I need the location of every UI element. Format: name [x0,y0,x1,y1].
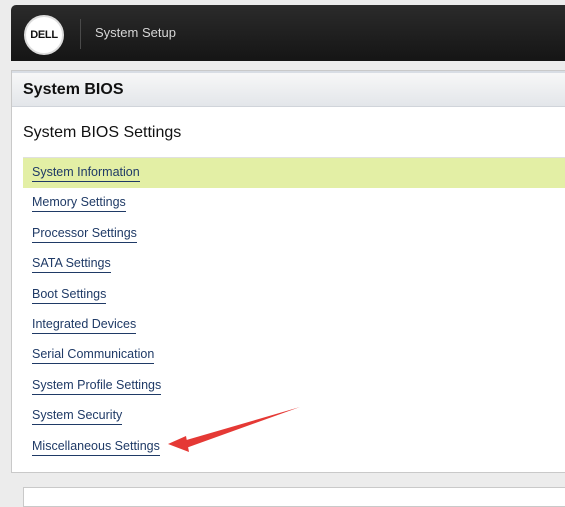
section-title: System BIOS Settings [23,124,182,141]
bottom-panel [23,487,565,507]
logo-divider [80,19,81,49]
menu-item-label[interactable]: System Information [32,165,140,182]
page-title: System BIOS [23,81,124,98]
dell-logo: DELL [24,15,64,55]
panel-header: System BIOS [12,71,565,107]
menu-item-label[interactable]: Serial Communication [32,347,155,365]
menu-item-label[interactable]: Processor Settings [32,226,137,243]
bios-settings-list: System Information Memory Settings Proce… [23,157,565,462]
menu-item-processor-settings[interactable]: Processor Settings [23,219,565,249]
menu-item-system-profile-settings[interactable]: System Profile Settings [23,371,565,401]
top-bar: DELL System Setup [11,5,565,61]
menu-item-serial-communication[interactable]: Serial Communication [23,340,565,370]
menu-item-system-information[interactable]: System Information [23,158,565,189]
menu-item-label[interactable]: Memory Settings [32,195,126,213]
menu-item-miscellaneous-settings[interactable]: Miscellaneous Settings [23,432,565,462]
menu-item-memory-settings[interactable]: Memory Settings [23,188,565,218]
menu-item-label[interactable]: Integrated Devices [32,317,137,334]
menu-item-label[interactable]: Boot Settings [32,287,107,304]
menu-item-label[interactable]: System Security [32,408,123,426]
menu-item-sata-settings[interactable]: SATA Settings [23,249,565,279]
menu-item-label[interactable]: Miscellaneous Settings [32,439,160,456]
menu-item-system-security[interactable]: System Security [23,401,565,431]
menu-item-boot-settings[interactable]: Boot Settings [23,280,565,310]
menu-item-label[interactable]: SATA Settings [32,256,111,274]
menu-item-label[interactable]: System Profile Settings [32,378,162,395]
app-title: System Setup [95,25,176,40]
bios-panel: System BIOS System BIOS Settings System … [11,70,565,473]
menu-item-integrated-devices[interactable]: Integrated Devices [23,310,565,340]
logo-text: DELL [30,29,58,41]
panel-header-strip [12,71,565,73]
